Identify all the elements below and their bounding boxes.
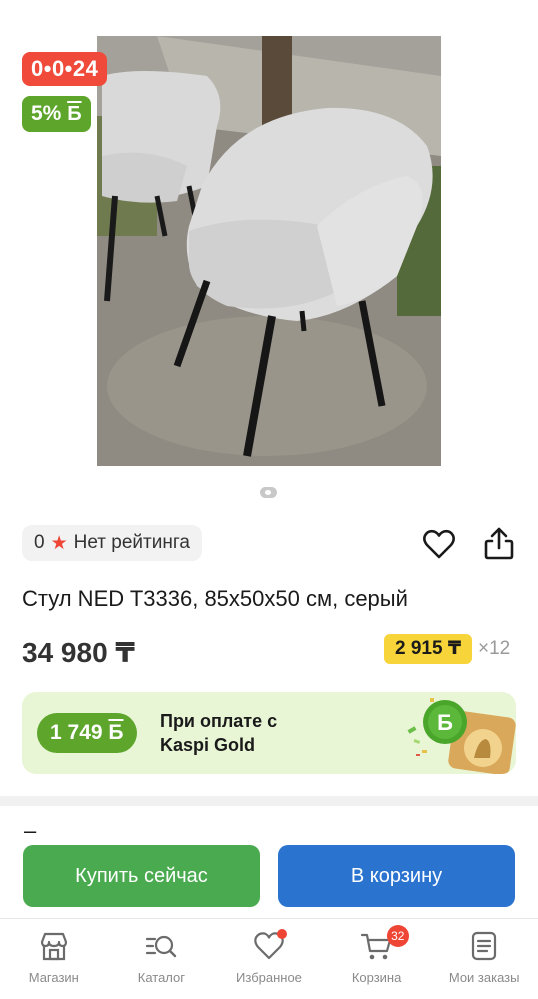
product-price: 34 980 ₸ (22, 637, 135, 668)
rating-label: Нет рейтинга (73, 532, 190, 553)
section-dash: – (24, 818, 37, 843)
kaspi-gold-card-illustration: Б (407, 698, 516, 774)
kaspi-bonus-glyph: Б (108, 721, 124, 744)
share-button[interactable] (482, 526, 516, 560)
favorite-button[interactable] (422, 528, 456, 560)
tab-label: Каталог (137, 970, 186, 985)
rating-chip[interactable]: 0 ★ Нет рейтинга (22, 525, 202, 561)
product-title: Стул NED T3336, 85x50x50 см, серый (22, 586, 408, 611)
promo-timer-badge: 0•0•24 (22, 52, 108, 86)
tab-label: Мои заказы (448, 970, 520, 985)
tab-label: Магазин (28, 970, 79, 985)
tab-label: Корзина (351, 970, 402, 985)
catalog-search-icon (146, 935, 177, 958)
tab-my-orders[interactable]: Мои заказы (430, 919, 538, 999)
kaspi-bonus-value: 1 749 (50, 721, 103, 744)
star-icon: ★ (50, 532, 68, 554)
tab-favorites[interactable]: Избранное (215, 919, 323, 999)
gallery-pager-dot[interactable] (260, 487, 277, 498)
orders-icon (472, 931, 497, 961)
tab-cart[interactable]: 32 Корзина (323, 919, 431, 999)
bonus-percent-value: 5% (31, 102, 62, 125)
product-gallery[interactable]: 0•0•24 5% Б (0, 0, 538, 510)
bottom-tab-bar: Магазин Каталог Избранное 32 Корзина Мои… (0, 918, 538, 999)
chair-photo-illustration (97, 36, 441, 466)
tab-shop[interactable]: Магазин (0, 919, 108, 999)
kaspi-text-line2: Kaspi Gold (160, 735, 256, 755)
tab-label: Избранное (236, 970, 302, 985)
tab-catalog[interactable]: Каталог (108, 919, 216, 999)
kaspi-bonus-pill: 1 749 Б (37, 713, 137, 753)
rating-value: 0 (34, 532, 45, 553)
add-to-cart-button[interactable]: В корзину (278, 845, 515, 907)
cart-count-badge: 32 (386, 925, 409, 947)
kaspi-gold-text: При оплате с Kaspi Gold (160, 709, 277, 757)
section-separator (0, 796, 538, 806)
bonus-percent-badge: 5% Б (22, 96, 91, 132)
kaspi-gold-banner[interactable]: 1 749 Б При оплате с Kaspi Gold Б (22, 692, 516, 774)
kaspi-text-line1: При оплате с (160, 711, 278, 731)
buy-now-button[interactable]: Купить сейчас (23, 845, 260, 907)
installment-badge[interactable]: 2 915 ₸ (384, 634, 473, 664)
bonus-glyph: Б (67, 103, 82, 125)
kaspi-logo-glyph: Б (437, 710, 453, 735)
share-icon (484, 527, 514, 560)
heart-outline-icon (423, 529, 455, 559)
shop-icon (40, 932, 67, 961)
installment-term: ×12 (478, 638, 511, 659)
product-photo[interactable] (97, 36, 441, 466)
